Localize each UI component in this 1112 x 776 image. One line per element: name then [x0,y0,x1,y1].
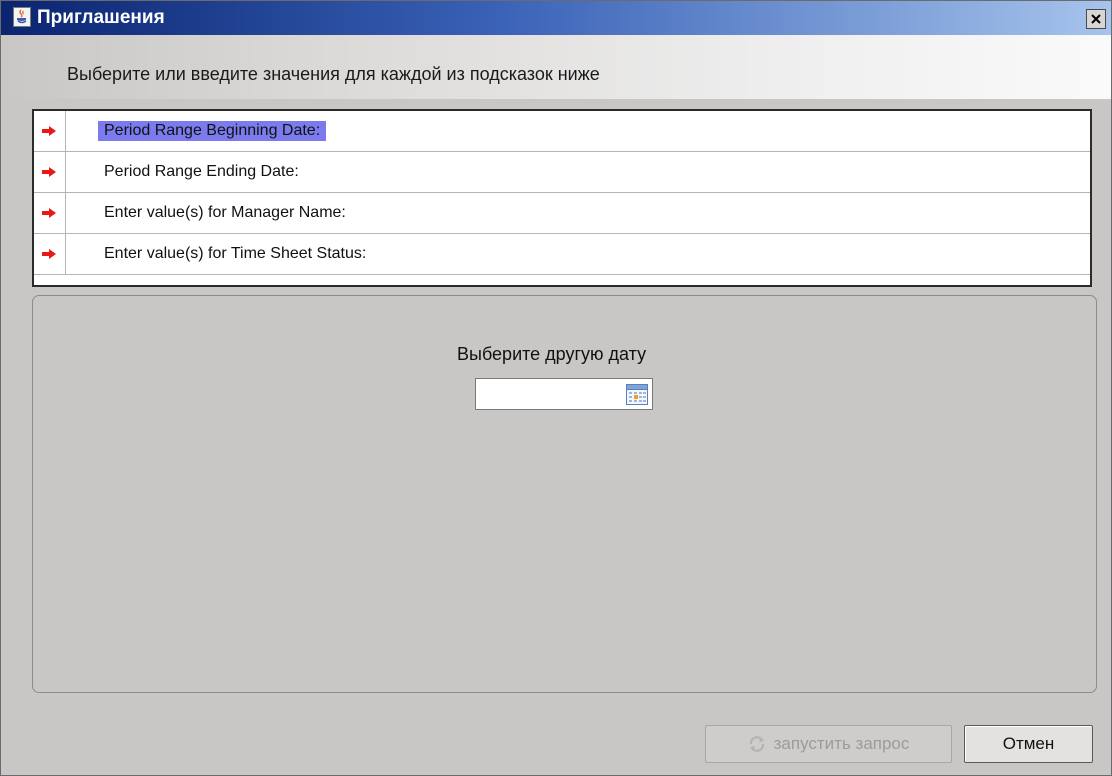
prompt-row[interactable]: Enter value(s) for Time Sheet Status: [34,234,1090,275]
cancel-label: Отмен [1002,734,1055,753]
close-button[interactable] [1086,9,1106,29]
prompt-indicator-cell [34,234,66,274]
run-query-label: запустить запрос [773,734,910,753]
title-bar[interactable]: Приглашения [1,1,1111,35]
prompt-row[interactable]: Enter value(s) for Manager Name: [34,193,1090,234]
red-arrow-icon [42,249,56,259]
date-caption: Выберите другую дату [457,344,647,364]
window-title: Приглашения [37,7,165,28]
prompt-indicator-cell [34,152,66,192]
red-arrow-icon [42,208,56,218]
refresh-icon [749,736,764,752]
run-query-button[interactable]: запустить запрос [705,725,952,763]
close-icon [1091,14,1101,24]
calendar-icon[interactable] [626,384,648,405]
prompt-label[interactable]: Enter value(s) for Time Sheet Status: [98,244,372,264]
prompt-indicator-cell [34,193,66,233]
prompt-label[interactable]: Period Range Beginning Date: [98,121,327,141]
instruction-band: Выберите или введите значения для каждой… [1,35,1111,99]
date-input[interactable] [475,378,653,410]
instruction-text: Выберите или введите значения для каждой… [67,64,600,84]
red-arrow-icon [42,126,56,136]
prompt-label[interactable]: Enter value(s) for Manager Name: [98,203,352,223]
prompt-row[interactable]: Period Range Ending Date: [34,152,1090,193]
red-arrow-icon [42,167,56,177]
prompt-indicator-cell [34,111,66,151]
java-coffee-icon [13,7,31,27]
prompt-list: Period Range Beginning Date: Period Rang… [32,109,1092,287]
cancel-button[interactable]: Отмен [964,725,1093,763]
prompt-label[interactable]: Period Range Ending Date: [98,162,305,182]
date-panel: Выберите другую дату [32,295,1097,693]
prompts-dialog: Приглашения Выберите или введите значени… [0,0,1112,776]
prompt-row[interactable]: Period Range Beginning Date: [34,111,1090,152]
